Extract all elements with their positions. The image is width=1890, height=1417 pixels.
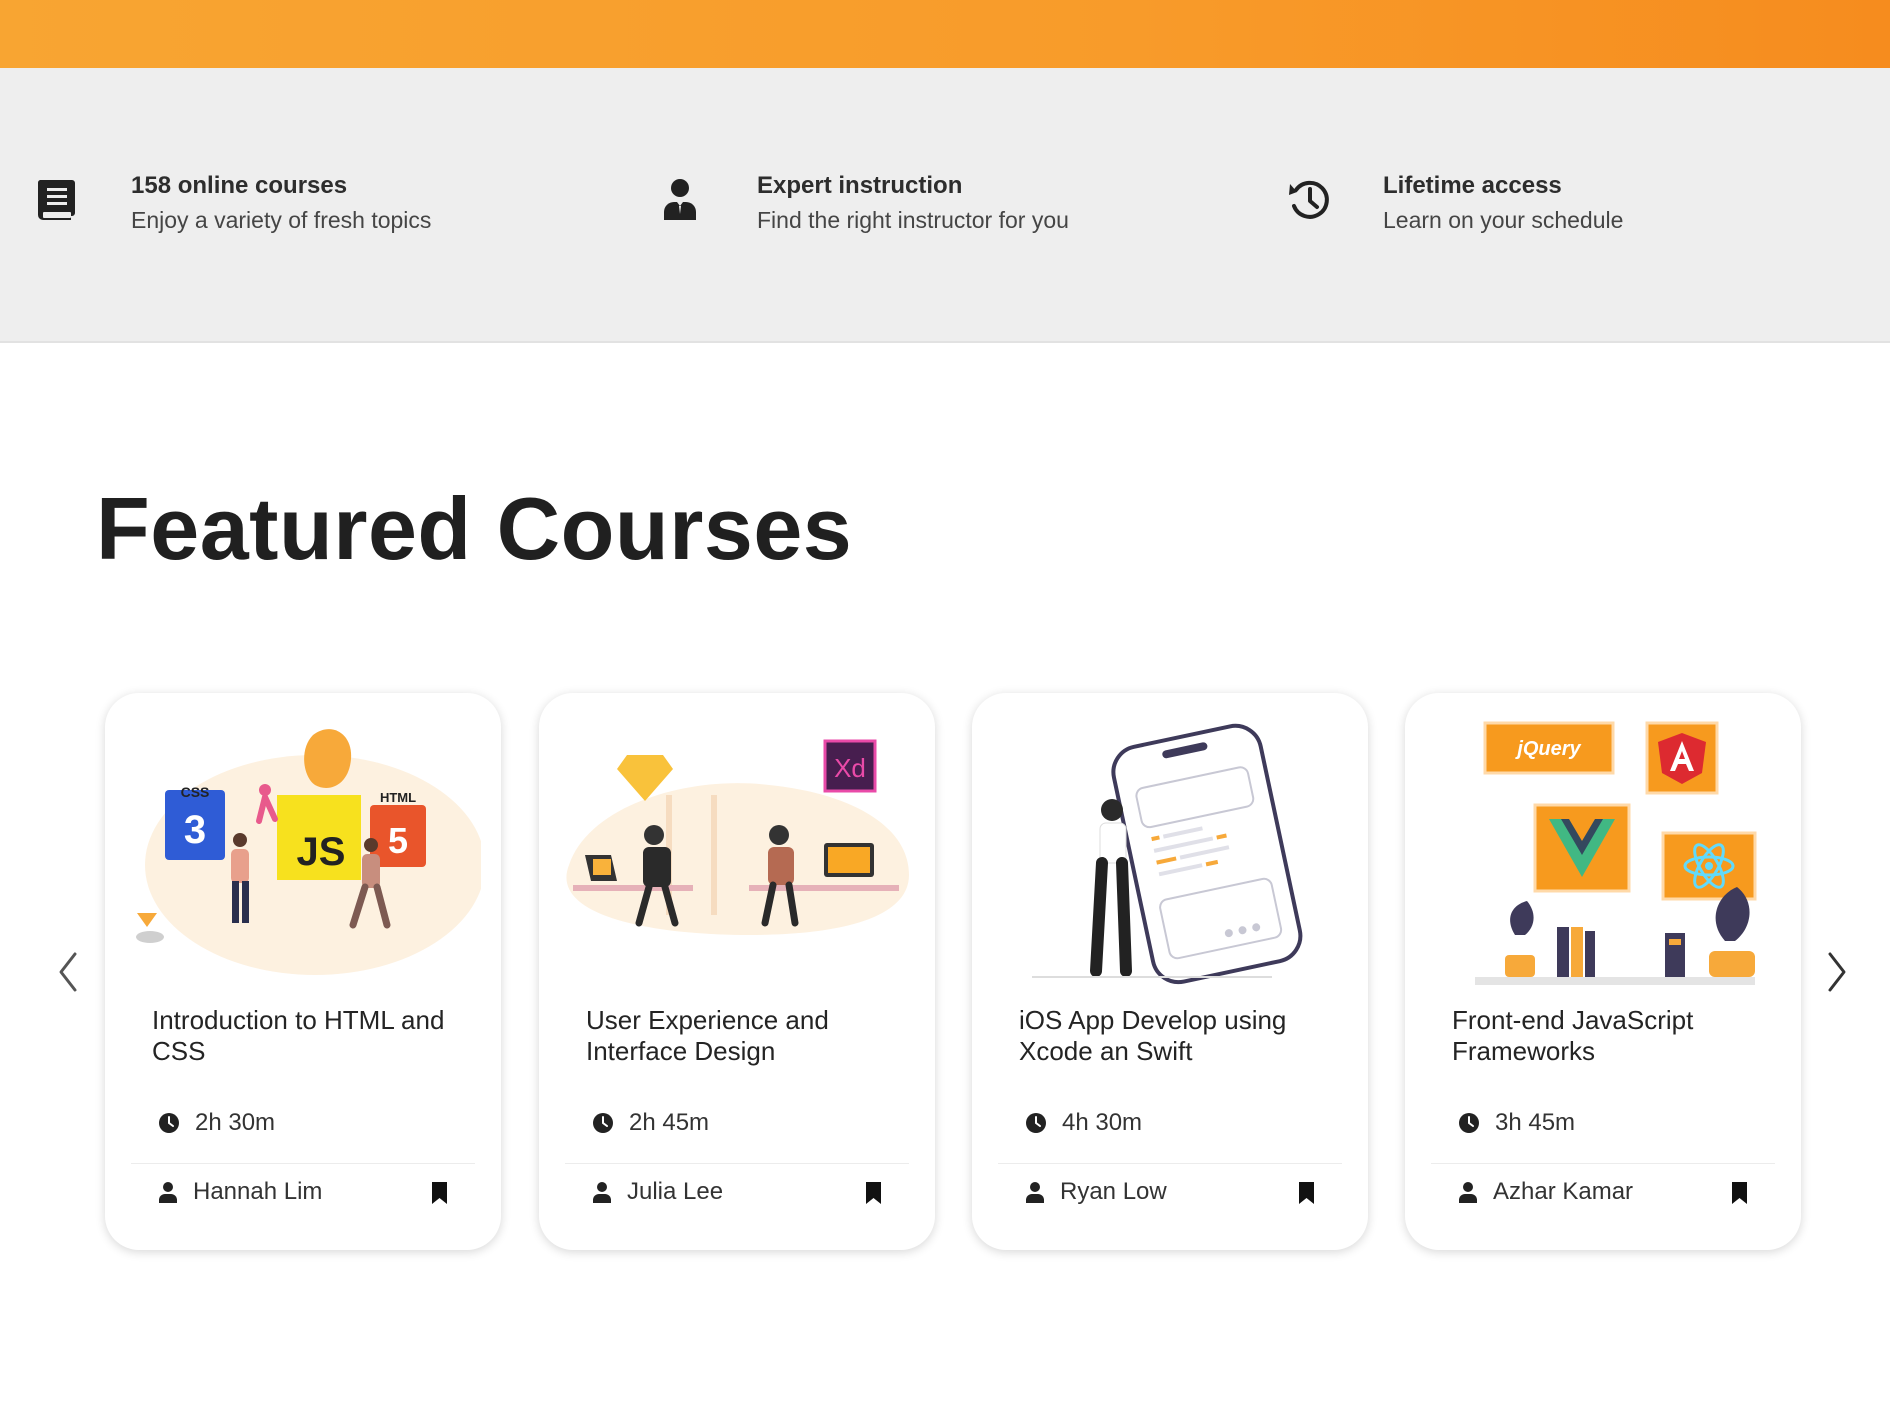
ios-app-illustration xyxy=(1032,723,1303,985)
course-duration: 2h 30m xyxy=(158,1109,276,1136)
clock-icon xyxy=(159,1113,179,1133)
card-divider xyxy=(1431,1163,1775,1164)
course-author: Hannah Lim xyxy=(158,1178,323,1205)
course-duration: 3h 45m xyxy=(1458,1109,1576,1136)
card-divider xyxy=(565,1163,909,1164)
svg-text:3: 3 xyxy=(184,808,206,852)
feature-title: Lifetime access xyxy=(1383,172,1562,199)
section-title: Featured Courses xyxy=(96,479,853,578)
duration-text: 3h 45m xyxy=(1495,1109,1576,1136)
chevron-right-icon[interactable] xyxy=(1822,950,1852,994)
course-author: Julia Lee xyxy=(592,1178,724,1205)
bookmark-icon[interactable] xyxy=(1298,1182,1315,1204)
course-title[interactable]: User Experience and Interface Design xyxy=(586,1005,906,1067)
xd-label: Xd xyxy=(834,753,866,783)
clock-icon xyxy=(1459,1113,1479,1133)
course-duration: 4h 30m xyxy=(1025,1109,1143,1136)
top-bar xyxy=(0,0,1890,68)
js-frameworks-illustration: jQuery xyxy=(1475,721,1757,985)
history-icon xyxy=(1289,180,1329,219)
chevron-left-icon[interactable] xyxy=(53,950,83,994)
course-author: Azhar Kamar xyxy=(1458,1178,1634,1205)
user-icon xyxy=(159,1182,177,1203)
instructor-icon xyxy=(664,179,696,220)
course-author: Ryan Low xyxy=(1025,1178,1167,1205)
clock-icon xyxy=(1026,1113,1046,1133)
author-name: Azhar Kamar xyxy=(1493,1178,1634,1205)
css-label: CSS xyxy=(181,784,210,800)
html-label: HTML xyxy=(380,790,416,805)
html-css-illustration: CSS 3 JS HTML 5 xyxy=(136,729,481,975)
user-icon xyxy=(1026,1182,1044,1203)
jquery-label: jQuery xyxy=(1514,738,1581,760)
duration-text: 2h 45m xyxy=(629,1109,710,1136)
feature-description: Find the right instructor for you xyxy=(757,207,1069,233)
clock-icon xyxy=(593,1113,613,1133)
author-name: Hannah Lim xyxy=(193,1178,323,1205)
js-label: JS xyxy=(297,830,346,874)
feature-description: Enjoy a variety of fresh topics xyxy=(131,207,432,233)
card-divider xyxy=(998,1163,1342,1164)
course-duration: 2h 45m xyxy=(592,1109,710,1136)
duration-text: 4h 30m xyxy=(1062,1109,1143,1136)
bookmark-icon[interactable] xyxy=(431,1182,448,1204)
svg-text:5: 5 xyxy=(388,820,408,861)
feature-title: Expert instruction xyxy=(757,172,963,199)
author-name: Ryan Low xyxy=(1060,1178,1167,1205)
ux-design-illustration: Xd xyxy=(566,739,909,935)
course-card[interactable]: iOS App Develop using Xcode an Swift 4h … xyxy=(972,693,1368,1250)
course-card[interactable]: jQuery Front-end JavaScript Frameworks 3… xyxy=(1405,693,1801,1250)
feature-description: Learn on your schedule xyxy=(1383,207,1624,233)
course-title[interactable]: Introduction to HTML and CSS xyxy=(152,1005,472,1067)
book-icon xyxy=(37,180,75,220)
course-card[interactable]: CSS 3 JS HTML 5 Introduction to HTML and… xyxy=(105,693,501,1250)
user-icon xyxy=(593,1182,611,1203)
card-divider xyxy=(131,1163,475,1164)
course-title[interactable]: Front-end JavaScript Frameworks xyxy=(1452,1005,1772,1067)
author-name: Julia Lee xyxy=(627,1178,724,1205)
bookmark-icon[interactable] xyxy=(1731,1182,1748,1204)
user-icon xyxy=(1459,1182,1477,1203)
bookmark-icon[interactable] xyxy=(865,1182,882,1204)
course-card[interactable]: Xd User Experience and Interface Design … xyxy=(539,693,935,1250)
feature-title: 158 online courses xyxy=(131,172,348,199)
course-title[interactable]: iOS App Develop using Xcode an Swift xyxy=(1019,1005,1339,1067)
features-strip: 158 online courses Enjoy a variety of fr… xyxy=(0,68,1890,343)
duration-text: 2h 30m xyxy=(195,1109,276,1136)
